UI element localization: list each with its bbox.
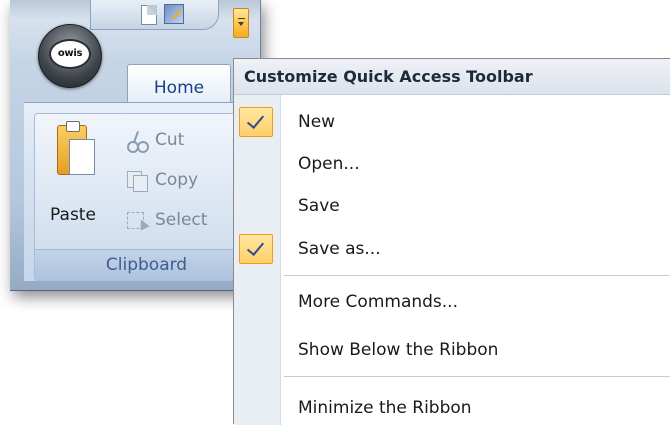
- select-label: Select: [155, 210, 208, 230]
- application-window: owis Home Paste Cut Copy Select Clipboar…: [10, 0, 270, 291]
- menu-item-label: Save: [298, 196, 340, 216]
- copy-label: Copy: [155, 170, 199, 190]
- select-all-icon: [127, 211, 150, 231]
- checkmark-icon: [246, 110, 265, 130]
- menu-item-minimize-ribbon[interactable]: Minimize the Ribbon: [234, 389, 670, 427]
- group-caption-clipboard: Clipboard: [35, 249, 266, 280]
- menu-item-label: Minimize the Ribbon: [298, 398, 472, 418]
- customize-qat-button[interactable]: [233, 8, 249, 38]
- office-button[interactable]: owis: [38, 24, 102, 88]
- customize-dropdown-arrow-icon: [238, 18, 245, 19]
- chevron-down-icon: [238, 22, 244, 26]
- cut-label: Cut: [155, 130, 185, 150]
- menu-item-label: Open...: [298, 154, 360, 174]
- checkmark-icon: [246, 237, 265, 257]
- customize-qat-menu: Customize Quick Access Toolbar New Open.…: [233, 58, 670, 427]
- new-document-icon[interactable]: [141, 5, 157, 25]
- paste-button[interactable]: Paste: [40, 119, 112, 231]
- menu-item-label: More Commands...: [298, 292, 458, 312]
- menu-item-label: New: [298, 112, 336, 132]
- menu-separator: [284, 275, 670, 276]
- menu-item-show-below-ribbon[interactable]: Show Below the Ribbon: [234, 331, 670, 369]
- tab-home[interactable]: Home: [127, 64, 231, 102]
- menu-item-save[interactable]: Save: [234, 187, 670, 225]
- paste-sheet-icon: [69, 139, 95, 175]
- scissors-icon: [127, 131, 149, 153]
- paste-label: Paste: [50, 205, 96, 225]
- menu-item-save-as[interactable]: Save as...: [234, 230, 670, 268]
- menu-item-label: Show Below the Ribbon: [298, 340, 499, 360]
- menu-separator: [284, 376, 670, 377]
- menu-item-more-commands[interactable]: More Commands...: [234, 283, 670, 321]
- menu-item-label: Save as...: [298, 239, 381, 259]
- copy-icon: [127, 171, 148, 192]
- menu-item-new[interactable]: New: [234, 103, 670, 141]
- menu-item-open[interactable]: Open...: [234, 145, 670, 183]
- office-logo: owis: [49, 39, 91, 69]
- quick-access-toolbar: [90, 0, 219, 30]
- check-highlight: [239, 107, 273, 137]
- menu-header: Customize Quick Access Toolbar: [234, 59, 670, 95]
- clipboard-group: Paste Cut Copy Select Clipboard: [34, 113, 266, 281]
- check-highlight: [239, 234, 273, 264]
- save-as-icon[interactable]: [164, 4, 184, 24]
